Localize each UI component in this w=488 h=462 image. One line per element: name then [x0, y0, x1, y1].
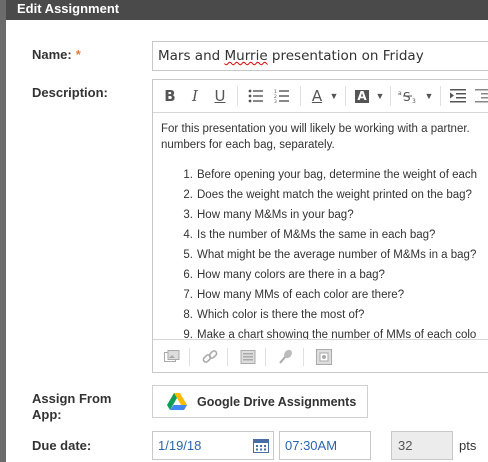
- list-item-text: Is the number of M&Ms the same in each b…: [197, 229, 436, 241]
- list-item-text: How many MMs of each color are there?: [197, 289, 405, 301]
- name-value-suffix: presentation on Friday: [267, 48, 424, 64]
- description-content[interactable]: For this presentation you will likely be…: [153, 113, 488, 339]
- intro-line-1: For this presentation you will likely be…: [161, 123, 470, 135]
- svg-text:3: 3: [274, 99, 277, 103]
- italic-button[interactable]: I: [186, 80, 204, 112]
- bg-color-glyph: A: [355, 88, 369, 103]
- list-item-number: 7.: [183, 289, 193, 301]
- indent-icon[interactable]: [448, 80, 468, 112]
- superscript-strike-icon[interactable]: aS3: [397, 80, 421, 112]
- image-icon[interactable]: [161, 346, 183, 368]
- list-item-text: Make a chart showing the number of MMs o…: [197, 329, 477, 339]
- toolbar-separator: [189, 348, 190, 366]
- description-editor: B I U 123 A ▼ A ▼ aS3 ▼ For this present…: [152, 79, 488, 373]
- name-input[interactable]: Mars and Murrie presentation on Friday: [152, 41, 488, 71]
- description-intro: For this presentation you will likely be…: [161, 121, 488, 153]
- list-item-text: Before opening your bag, determine the w…: [197, 169, 478, 181]
- intro-line-2: numbers for each bag, separately.: [161, 139, 335, 151]
- list-item-number: 4.: [183, 229, 193, 241]
- list-item-number: 6.: [183, 269, 193, 281]
- due-date-label: Due date:: [32, 438, 92, 453]
- name-label: Name: *: [32, 47, 81, 62]
- due-date-value: 1/19/18: [158, 438, 202, 453]
- toolbar-separator: [345, 86, 346, 106]
- outdent-icon[interactable]: [473, 80, 488, 112]
- due-date-input[interactable]: 1/19/18: [152, 431, 274, 460]
- list-item-text: Which color is there the most of?: [197, 309, 365, 321]
- edit-assignment-dialog: Edit Assignment Name: * Mars and Murrie p…: [6, 0, 488, 462]
- name-label-text: Name:: [32, 47, 72, 62]
- editor-bottom-toolbar: [153, 339, 488, 372]
- google-drive-icon: [167, 392, 187, 410]
- microphone-icon[interactable]: [275, 346, 297, 368]
- bold-button[interactable]: B: [161, 80, 179, 112]
- link-icon[interactable]: [199, 346, 221, 368]
- toolbar-separator: [237, 86, 238, 106]
- list-item-text: What might be the average number of M&Ms…: [197, 249, 477, 261]
- svg-text:S: S: [403, 90, 411, 104]
- assign-from-app-label: Assign From App:: [32, 391, 111, 423]
- list-item-text: How many colors are there in a bag?: [197, 269, 385, 281]
- toolbar-separator: [303, 348, 304, 366]
- toolbar-separator: [300, 86, 301, 106]
- toolbar-separator: [440, 86, 441, 106]
- name-value-misspelled: Murrie: [224, 48, 268, 64]
- bulleted-list-icon[interactable]: [246, 80, 266, 112]
- list-item-number: 5.: [183, 249, 193, 261]
- svg-text:3: 3: [412, 98, 416, 104]
- insert-media-icon[interactable]: [313, 346, 335, 368]
- underline-button[interactable]: U: [211, 80, 229, 112]
- list-item-number: 2.: [183, 189, 193, 201]
- required-marker: *: [75, 47, 81, 62]
- embed-icon[interactable]: [237, 346, 259, 368]
- svg-text:a: a: [398, 90, 402, 97]
- font-color-dropdown-icon[interactable]: ▼: [328, 80, 340, 112]
- dialog-title: Edit Assignment: [6, 0, 488, 20]
- toolbar-separator: [227, 348, 228, 366]
- points-input[interactable]: 32: [391, 431, 453, 460]
- list-item-number: 9.: [183, 329, 193, 339]
- points-unit-label: pts: [459, 438, 477, 453]
- calendar-icon[interactable]: [253, 438, 269, 453]
- google-drive-button-label: Google Drive Assignments: [197, 394, 357, 409]
- due-time-input[interactable]: 07:30AM: [279, 431, 371, 460]
- list-item-text: How many M&Ms in your bag?: [197, 209, 354, 221]
- google-drive-assignments-button[interactable]: Google Drive Assignments: [152, 385, 368, 418]
- font-color-button[interactable]: A: [308, 80, 326, 112]
- assign-label-line-2: App:: [32, 407, 62, 422]
- list-item-number: 3.: [183, 209, 193, 221]
- description-label: Description:: [32, 85, 108, 100]
- editor-toolbar: B I U 123 A ▼ A ▼ aS3 ▼: [153, 80, 488, 113]
- list-item-number: 8.: [183, 309, 193, 321]
- toolbar-separator: [390, 86, 391, 106]
- numbered-list-icon[interactable]: 123: [272, 80, 292, 112]
- bg-color-dropdown-icon[interactable]: ▼: [374, 80, 386, 112]
- list-item-text: Does the weight match the weight printed…: [197, 189, 472, 201]
- toolbar-separator: [265, 348, 266, 366]
- format-dropdown-icon[interactable]: ▼: [423, 80, 435, 112]
- bg-color-button[interactable]: A: [353, 80, 371, 112]
- assign-label-line-1: Assign From: [32, 391, 112, 406]
- name-value-prefix: Mars and: [158, 48, 225, 64]
- list-item-number: 1.: [183, 169, 193, 181]
